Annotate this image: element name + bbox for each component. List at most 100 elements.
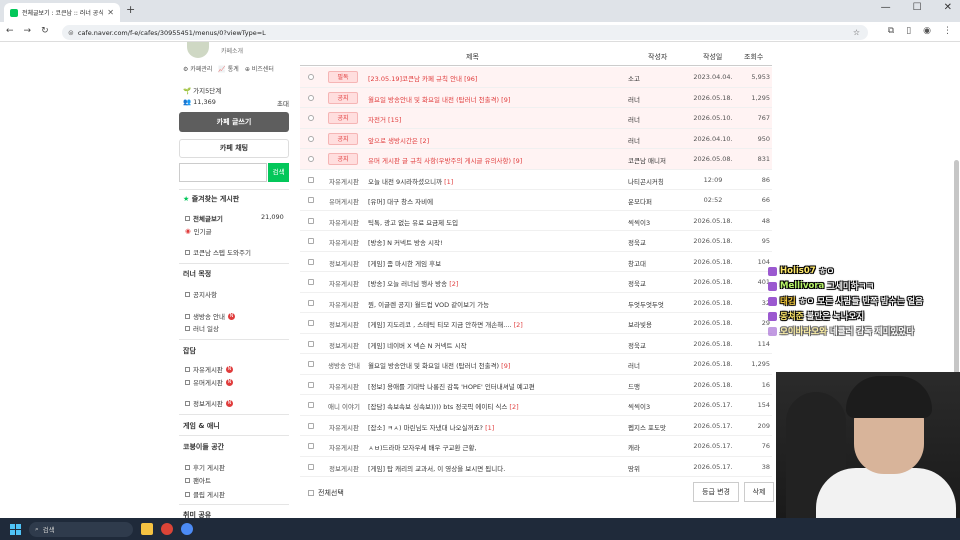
comment-count[interactable]: [2] [449, 280, 458, 288]
table-row[interactable]: 정보게시판 [게임] 좀 마시한 게임 후보 창고대 2026.05.18. 104 [300, 252, 772, 272]
row-checkbox[interactable] [308, 340, 314, 347]
post-author[interactable]: 드맹 [628, 381, 688, 391]
sidebar-item-info-board[interactable]: 정보게시판 N [185, 398, 233, 408]
sidepanel-icon[interactable]: ▯ [906, 26, 911, 36]
delete-button[interactable]: 삭제 [744, 482, 774, 502]
bookmark-star-icon[interactable]: ☆ [853, 28, 860, 37]
row-category[interactable]: 자유게시판 [324, 422, 364, 432]
post-author[interactable]: 나티곤시커칭 [628, 176, 688, 186]
post-title[interactable]: [방송] 오늘 러너님 행사 방송 [2] [368, 278, 626, 288]
post-title[interactable]: [유머] 대구 창스 자비에 [368, 196, 626, 206]
post-title[interactable]: [게임] 좀 마시한 게임 후보 [368, 258, 626, 268]
cafe-intro-link[interactable]: 카페소개 [221, 46, 243, 55]
row-checkbox[interactable] [308, 135, 314, 142]
sidebar-item-review[interactable]: 후기 게시판 [185, 462, 225, 472]
comment-count[interactable]: [1] [485, 424, 494, 432]
maximize-icon[interactable]: ☐ [913, 2, 922, 13]
post-title[interactable]: 월요일 방송안내 및 화요일 내전 (탑러너 천출격) [9] [368, 94, 626, 104]
row-category[interactable]: 자유게시판 [324, 176, 364, 186]
chrome-active-icon[interactable] [181, 523, 193, 535]
biz-center-link[interactable]: ⊕ 비즈센터 [245, 64, 274, 73]
post-title[interactable]: 자전거 [15] [368, 114, 626, 124]
windows-start-icon[interactable] [10, 523, 21, 535]
reload-icon[interactable]: ↻ [41, 26, 49, 36]
site-info-icon[interactable]: ⊜ [68, 29, 74, 37]
row-checkbox[interactable] [308, 299, 314, 306]
row-category[interactable]: 자유게시판 [324, 442, 364, 452]
close-tab-icon[interactable]: ✕ [107, 8, 114, 17]
sidebar-item-runner-daily[interactable]: 러너 일상 [185, 323, 219, 333]
table-row[interactable]: 애니 이야기 [잡담] 속보속보 싱속보)))) bts 정국픽 에이티 식스 [… [300, 395, 772, 416]
table-row[interactable]: 자유게시판 [방송] 오늘 러너님 행사 방송 [2] 정욱교 2026.05.18.… [300, 272, 772, 293]
post-author[interactable]: 러너 [628, 94, 688, 104]
post-title[interactable]: 유머 게시판 글 규칙 사항(우방주의 게시글 유의사항) [9] [368, 155, 626, 165]
row-checkbox[interactable] [308, 422, 314, 429]
row-category[interactable]: 자유게시판 [324, 381, 364, 391]
table-row[interactable]: 자유게시판 [방송] N 커넥트 방송 시작! 정욱교 2026.05.18. 95 [300, 231, 772, 252]
table-row[interactable]: 유머게시판 [유머] 대구 창스 자비에 운모다퍼 02:52 66 [300, 190, 772, 211]
post-title[interactable]: 앞으로 생방시간은 [2] [368, 135, 626, 145]
post-author[interactable]: 정욱교 [628, 237, 688, 247]
post-author[interactable]: 펩지스 포도맛 [628, 422, 688, 432]
row-checkbox[interactable] [308, 258, 314, 265]
table-row[interactable]: 정보게시판 [게임] 지도리코 , 스테틱 티모 지금 안하면 개손해.... [… [300, 313, 772, 334]
sidebar-item-all-posts[interactable]: 전체글보기 [185, 213, 223, 223]
comment-count[interactable]: [2] [509, 403, 518, 411]
menu-icon[interactable]: ⋮ [943, 26, 952, 36]
post-author[interactable]: 정욱교 [628, 278, 688, 288]
row-checkbox[interactable] [308, 176, 314, 183]
table-row[interactable]: 자유게시판 ㅅㅂ)드라마 모자우세 배우 구교환 근황, 캐라 2026.05.17… [300, 436, 772, 457]
row-category[interactable]: 정보게시판 [324, 319, 364, 329]
sidebar-item-store[interactable]: 코큰남 스텝 도와주기 [185, 247, 251, 257]
row-checkbox[interactable] [308, 217, 314, 224]
select-all-checkbox[interactable] [308, 490, 314, 496]
browser-tab[interactable]: 전체글보기 : 코큰남 :: 러너 공식 ✕ [4, 3, 120, 22]
post-author[interactable]: 보라빛용 [628, 319, 688, 329]
row-checkbox[interactable] [308, 443, 314, 449]
invite-link[interactable]: 초대 [277, 98, 289, 108]
cafe-write-button[interactable]: 카페 글쓰기 [179, 112, 289, 132]
sidebar-item-broadcast[interactable]: 생방송 안내 N [185, 311, 235, 321]
post-author[interactable]: 소고 [628, 73, 688, 83]
notice-row[interactable]: 공지 자전거 [15] 러너 2026.05.10. 767 [300, 108, 772, 129]
post-author[interactable]: 코큰남 매니저 [628, 155, 688, 165]
row-category[interactable]: 자유게시판 [324, 299, 364, 309]
notice-row[interactable]: 공지 앞으로 생방시간은 [2] 러너 2026.04.10. 950 [300, 128, 772, 149]
sidebar-item-fanart[interactable]: 팬아트 [185, 475, 211, 485]
post-author[interactable]: 창고대 [628, 258, 688, 268]
row-category[interactable]: 애니 이야기 [324, 401, 364, 411]
cafe-search-button[interactable]: 검색 [268, 163, 289, 182]
row-checkbox[interactable] [308, 238, 314, 244]
post-title[interactable]: [방송] N 커넥트 방송 시작! [368, 237, 626, 247]
table-row[interactable]: 자유게시판 오늘 내전 9시라하셨으니까 [1] 나티곤시커칭 12:09 86 [300, 170, 772, 190]
comment-count[interactable]: [15] [388, 116, 401, 124]
row-checkbox[interactable] [308, 463, 314, 470]
row-checkbox[interactable] [308, 381, 314, 388]
table-row[interactable]: 정보게시판 [게임] 탑 캐리의 교과서, 이 영상을 보시면 됩니다. 땅위 20… [300, 457, 772, 477]
grade-change-button[interactable]: 등급 변경 [693, 482, 739, 502]
post-author[interactable]: 씩씩이3 [628, 217, 688, 227]
post-author[interactable]: 러너 [628, 360, 688, 370]
select-all[interactable]: 전체선택 [308, 488, 344, 498]
table-row[interactable]: 자유게시판 [정보] 용애를 기대탁 나롱진 감독 'HOPE' 인터내셔널 예고… [300, 375, 772, 395]
row-checkbox[interactable] [308, 279, 314, 285]
sidebar-item-popular[interactable]: ◉ 인기글 [185, 226, 212, 236]
forward-icon[interactable]: → [24, 26, 32, 36]
notice-row[interactable]: 필독 [23.05.19]코큰남 카페 규칙 안내 [96] 소고 2023.04.0… [300, 67, 772, 88]
row-category[interactable]: 정보게시판 [324, 258, 364, 268]
post-title[interactable]: 오늘 내전 9시라하셨으니까 [1] [368, 176, 626, 186]
row-checkbox[interactable] [308, 197, 314, 203]
sidebar-item-notice[interactable]: 공지사항 [185, 289, 217, 299]
minimize-icon[interactable]: — [881, 2, 891, 13]
sidebar-item-free-board[interactable]: 자유게시판 N [185, 364, 233, 374]
row-checkbox[interactable] [308, 94, 314, 101]
cafe-logo[interactable] [187, 42, 209, 58]
row-checkbox[interactable] [308, 156, 314, 162]
cafe-chat-button[interactable]: 카페 채팅 [179, 139, 289, 158]
table-row[interactable]: 자유게시판 뭔, 이글렌 공지) 월드컵 VOD 같이보기 가능 두엇두엇두엇 20… [300, 293, 772, 313]
comment-count[interactable]: [2] [514, 321, 523, 329]
url-bar[interactable]: ⊜ cafe.naver.com/f-e/cafes/30955451/menu… [62, 25, 868, 40]
notice-row[interactable]: 공지 유머 게시판 글 규칙 사항(우방주의 게시글 유의사항) [9] 코큰남 매… [300, 149, 772, 170]
row-category[interactable]: 정보게시판 [324, 463, 364, 473]
comment-count[interactable]: [2] [420, 137, 429, 145]
